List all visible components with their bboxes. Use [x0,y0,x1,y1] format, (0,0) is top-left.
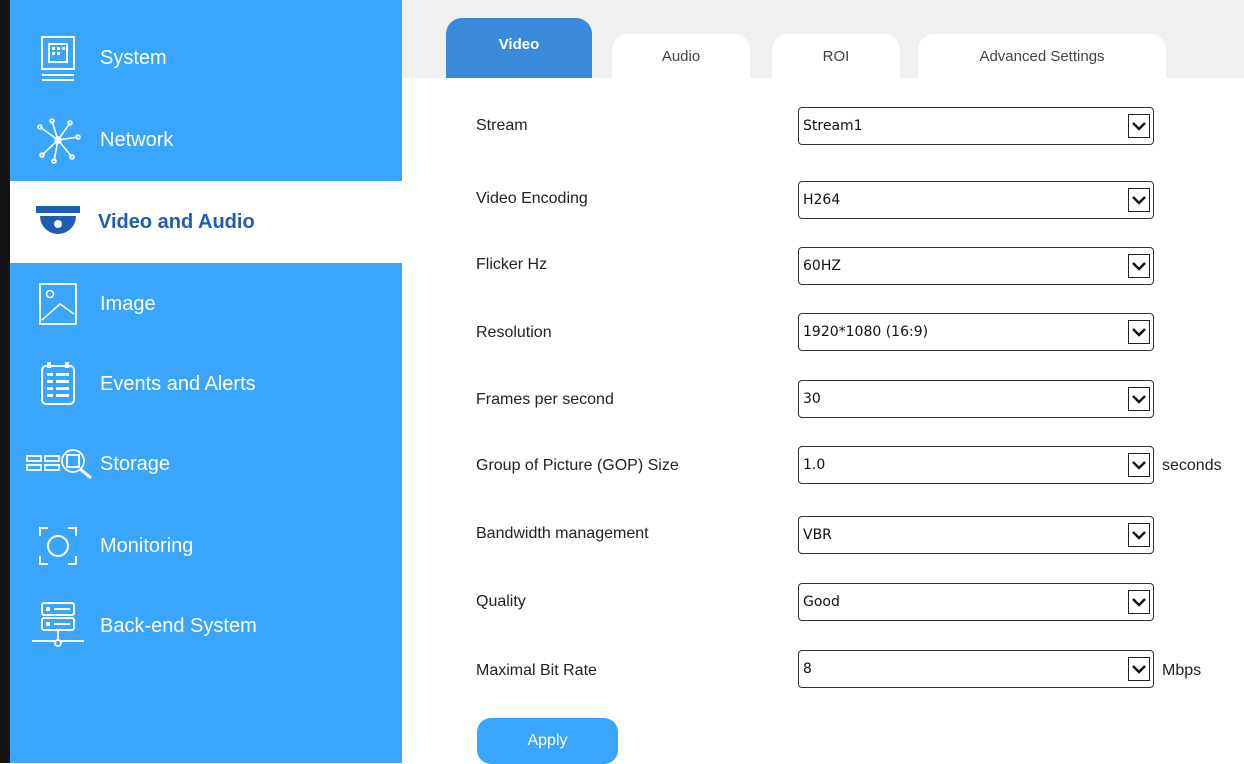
sidebar-item-monitoring[interactable]: Monitoring [10,505,402,587]
stream-value: Stream1 [803,118,863,134]
flicker-label: Flicker Hz [476,256,548,273]
chevron-down-icon [1128,387,1150,411]
tab-video[interactable]: Video [446,18,592,78]
bandwidth-label: Bandwidth management [476,525,649,542]
tab-audio[interactable]: Audio [612,34,750,78]
sidebar-item-label: Video and Audio [98,210,255,233]
image-icon [30,276,86,332]
gop-select[interactable]: 1.0 [798,446,1154,484]
sidebar-item-label: Image [100,292,156,315]
bitrate-label: Maximal Bit Rate [476,662,597,679]
resolution-label: Resolution [476,324,552,341]
sidebar-item-image[interactable]: Image [10,263,402,345]
chevron-down-icon [1128,590,1150,614]
video-settings-form: Stream Stream1 Video Encoding H264 Flick… [446,78,1244,764]
resolution-select[interactable]: 1920*1080 (16:9) [798,313,1154,351]
stream-label: Stream [476,117,528,134]
network-icon [30,112,86,168]
sidebar-item-back-end-system[interactable]: Back-end System [10,585,402,667]
bandwidth-select[interactable]: VBR [798,516,1154,554]
bitrate-unit: Mbps [1162,662,1202,679]
chevron-down-icon [1128,523,1150,547]
chevron-down-icon [1128,453,1150,477]
tab-bar: Video Audio ROI Advanced Settings [402,0,1244,78]
sidebar-item-label: Network [100,128,174,151]
gop-unit: seconds [1162,457,1222,474]
sidebar-item-label: Back-end System [100,614,257,637]
fps-select[interactable]: 30 [798,380,1154,418]
sidebar-item-label: Events and Alerts [100,372,256,395]
gop-label: Group of Picture (GOP) Size [476,457,679,474]
video-encoding-value: H264 [803,192,841,208]
sidebar-item-label: System [100,46,167,69]
apply-button[interactable]: Apply [477,718,618,764]
video-encoding-label: Video Encoding [476,190,588,207]
flicker-value: 60HZ [803,258,841,274]
stream-select[interactable]: Stream1 [798,107,1154,145]
monitoring-icon [30,518,86,574]
bitrate-value: 8 [803,661,812,677]
computer-icon [30,30,86,86]
resolution-value: 1920*1080 (16:9) [803,324,929,340]
sidebar-item-video-and-audio[interactable]: Video and Audio [10,181,402,263]
chevron-down-icon [1128,254,1150,278]
camera-icon [30,194,86,250]
quality-select[interactable]: Good [798,583,1154,621]
sidebar-item-system[interactable]: System [10,17,402,99]
tab-roi[interactable]: ROI [772,34,900,78]
fps-label: Frames per second [476,391,614,408]
gop-value: 1.0 [803,457,826,473]
tab-advanced-settings[interactable]: Advanced Settings [918,34,1166,78]
chevron-down-icon [1128,188,1150,212]
chevron-down-icon [1128,114,1150,138]
events-icon [30,356,86,412]
quality-value: Good [803,594,840,610]
fps-value: 30 [803,391,821,407]
sidebar-item-network[interactable]: Network [10,99,402,181]
sidebar-item-label: Monitoring [100,534,194,557]
video-encoding-select[interactable]: H264 [798,181,1154,219]
main-content: Video Audio ROI Advanced Settings Stream… [402,0,1244,764]
quality-label: Quality [476,593,526,610]
sidebar-item-storage[interactable]: Storage [10,423,402,505]
server-icon [30,598,86,654]
sidebar-item-label: Storage [100,452,171,475]
bitrate-select[interactable]: 8 [798,650,1154,688]
chevron-down-icon [1128,320,1150,344]
chevron-down-icon [1128,657,1150,681]
sidebar-item-events-and-alerts[interactable]: Events and Alerts [10,343,402,425]
storage-icon [22,436,102,492]
bandwidth-value: VBR [803,527,832,543]
flicker-select[interactable]: 60HZ [798,247,1154,285]
sidebar: System Network Video and Audio Image Eve… [0,0,402,763]
